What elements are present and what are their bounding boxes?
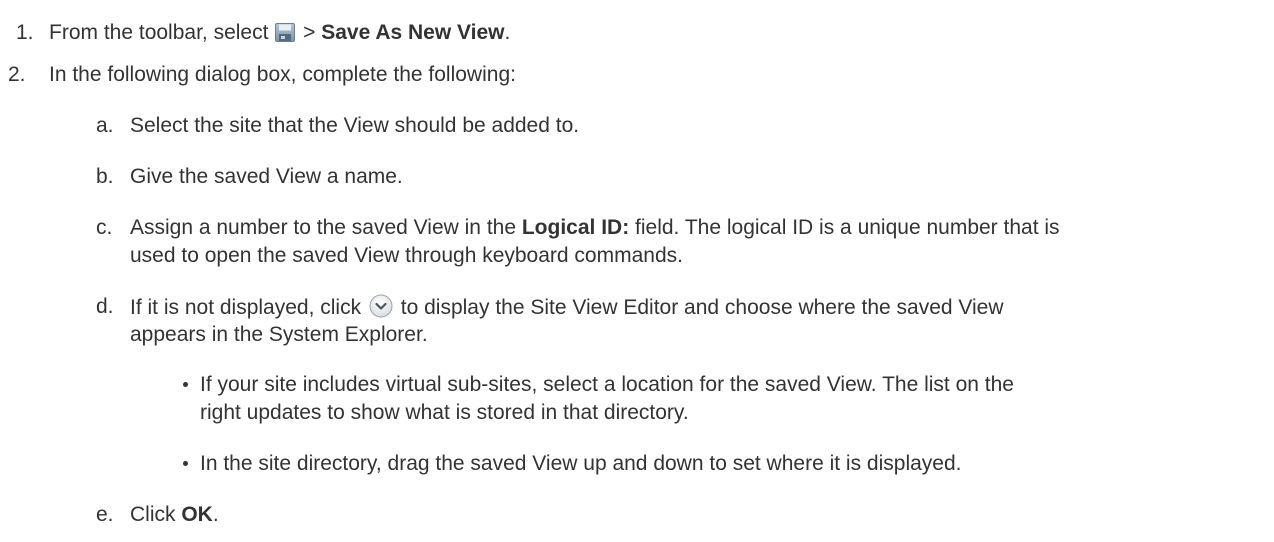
substep-b-text: Give the saved View a name.	[130, 165, 403, 188]
substep-b-marker: b.	[96, 165, 114, 188]
substep-c-after: field. The logical ID is a unique number…	[629, 216, 1060, 239]
substep-e-before: Click	[130, 503, 182, 526]
substep-d-after: to display the Site View Editor and choo…	[394, 296, 1004, 319]
step-1-text: From the toolbar, select > Save As New V…	[49, 20, 510, 46]
substep-d-before: If it is not displayed, click	[130, 296, 367, 319]
step-1-after: .	[504, 21, 511, 44]
bullet-dot	[183, 382, 188, 387]
substep-c-line1: Assign a number to the saved View in the…	[130, 215, 1060, 241]
save-disk-icon	[275, 23, 296, 42]
step-1-middle: >	[297, 21, 322, 44]
bullet-1-line1: If your site includes virtual sub-sites,…	[200, 373, 1014, 396]
bullet-2-line1: In the site directory, drag the saved Vi…	[200, 452, 962, 475]
substep-a-marker: a.	[96, 114, 114, 137]
substep-e-marker: e.	[96, 503, 114, 526]
step-2-text: In the following dialog box, complete th…	[49, 63, 516, 86]
substep-e-text: Click OK.	[130, 502, 219, 528]
step-1-before: From the toolbar, select	[49, 21, 275, 44]
substep-c-bold: Logical ID:	[521, 216, 630, 239]
substep-e-bold: OK	[181, 503, 213, 526]
substep-c-before: Assign a number to the saved View in the	[130, 216, 522, 239]
step-1-marker: 1.	[16, 21, 34, 44]
substep-a-text: Select the site that the View should be …	[130, 114, 580, 137]
step-2-marker: 2.	[8, 63, 26, 86]
substep-d-marker: d.	[96, 295, 114, 318]
bullet-1-line2: right updates to show what is stored in …	[200, 401, 689, 424]
substep-e-after: .	[212, 503, 219, 526]
bullet-dot	[183, 461, 188, 466]
substep-c-marker: c.	[96, 216, 113, 239]
substep-d-line1: If it is not displayed, click to display…	[130, 294, 1004, 321]
step-1-bold: Save As New View	[321, 21, 505, 44]
substep-c-line2: used to open the saved View through keyb…	[130, 244, 683, 267]
substep-d-line2: appears in the System Explorer.	[130, 323, 428, 346]
chevron-down-circle-icon	[369, 294, 393, 318]
